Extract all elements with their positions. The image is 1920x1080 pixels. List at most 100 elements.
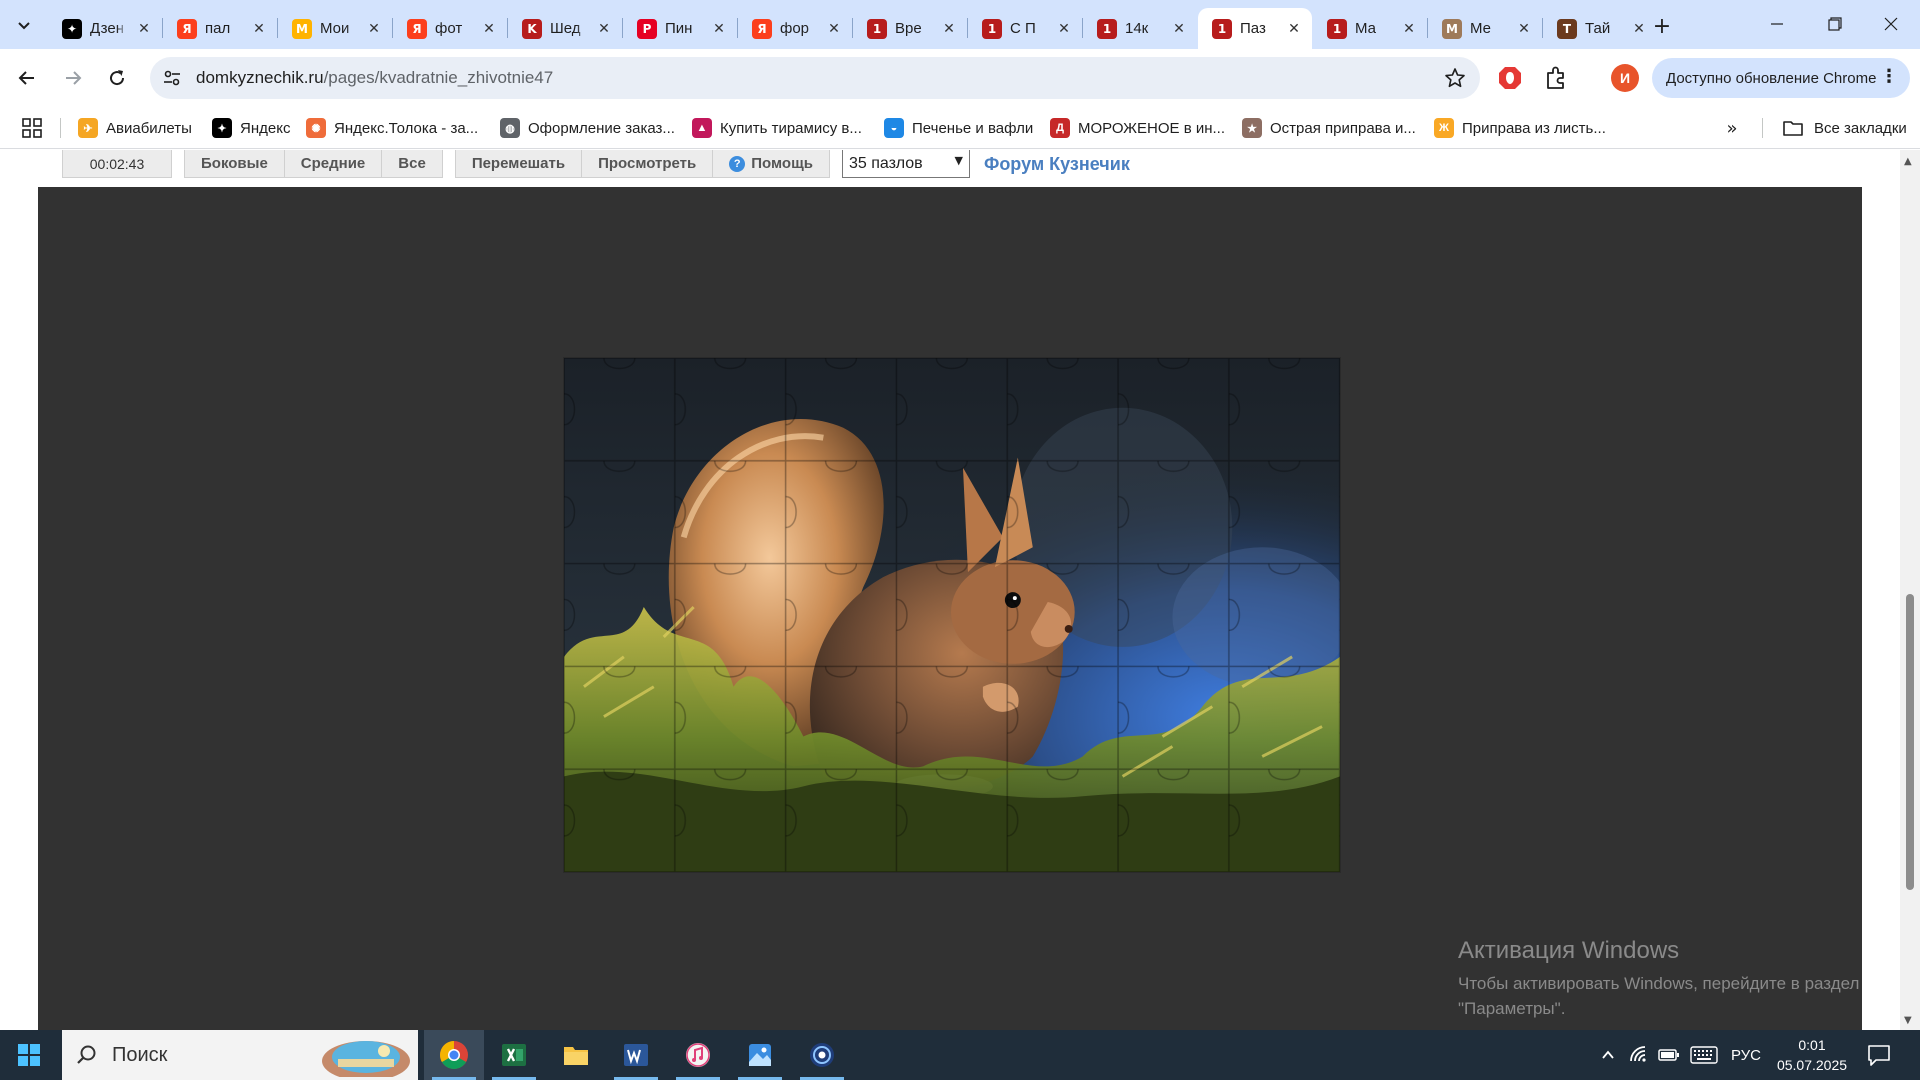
new-tab-button[interactable]: + [1648, 12, 1676, 40]
bookmark-item[interactable]: ✈ Авиабилеты [78, 114, 192, 142]
scroll-down-arrow-icon[interactable]: ▼ [1904, 1015, 1912, 1026]
apps-grid-icon[interactable] [20, 116, 44, 140]
tab-search-button[interactable] [8, 10, 40, 40]
tray-language[interactable]: РУС [1726, 1030, 1766, 1080]
tab-close-icon[interactable]: ✕ [1056, 21, 1072, 37]
minimize-button[interactable] [1748, 0, 1806, 48]
tab-market[interactable]: М Мои ✕ [278, 8, 392, 49]
tab-title: С П [1010, 20, 1036, 37]
chrome-update-button[interactable]: Доступно обновление Chrome ⋮ [1652, 58, 1910, 98]
bookmark-item[interactable]: ◍ Оформление заказ... [500, 114, 675, 142]
tab-title: фор [780, 20, 810, 37]
all-button[interactable]: Все [382, 150, 442, 178]
adblock-extension-icon[interactable] [1497, 65, 1523, 91]
bookmark-item[interactable]: ▲ Купить тирамису в... [692, 114, 862, 142]
tab-close-icon[interactable]: ✕ [366, 21, 382, 37]
forward-button[interactable] [58, 63, 88, 93]
page-viewport: 00:02:43 Боковые Средние Все Перемешать … [0, 150, 1920, 1030]
bookmark-item[interactable]: ✦ Яндекс [212, 114, 290, 142]
site-info-icon[interactable] [162, 68, 182, 88]
help-icon: ? [729, 155, 746, 172]
taskbar-search-box[interactable]: Поиск [62, 1030, 418, 1080]
tab-close-icon[interactable]: ✕ [1631, 21, 1647, 37]
tab-kuznechik[interactable]: K Шед ✕ [508, 8, 622, 49]
more-bookmarks-button[interactable]: » [1720, 116, 1744, 140]
timer: 00:02:43 [89, 155, 145, 172]
page-scrollbar[interactable]: ▲ ▼ [1900, 150, 1920, 1030]
notifications-icon[interactable] [1866, 1042, 1892, 1068]
puzzle-image[interactable] [563, 357, 1341, 873]
tab-yandex[interactable]: Яфот ✕ [393, 8, 507, 49]
bookmark-item[interactable]: Д МОРОЖЕНОЕ в ин... [1050, 114, 1225, 142]
bookmark-item[interactable]: ◒ Печенье и вафли [884, 114, 1033, 142]
tab-close-icon[interactable]: ✕ [1516, 21, 1532, 37]
tray-battery[interactable] [1656, 1030, 1682, 1080]
tab-close-icon[interactable]: ✕ [1286, 21, 1302, 37]
tab-yandex[interactable]: Яфор ✕ [738, 8, 852, 49]
taskbar-media-app[interactable] [792, 1030, 852, 1080]
bookmark-item[interactable]: ★ Острая приправа и... [1242, 114, 1416, 142]
tab-title: фот [435, 20, 463, 37]
taskbar-itunes[interactable] [668, 1030, 728, 1080]
pieces-count-select[interactable]: 35 пазлов ▼ [841, 150, 970, 178]
extensions-puzzle-icon[interactable] [1543, 65, 1569, 91]
tab-close-icon[interactable]: ✕ [826, 21, 842, 37]
back-button[interactable] [12, 63, 42, 93]
taskbar-excel[interactable] [484, 1030, 544, 1080]
tray-keyboard[interactable] [1688, 1030, 1720, 1080]
tab-close-icon[interactable]: ✕ [481, 21, 497, 37]
address-bar[interactable]: domkyznechik.ru/pages/kvadratnie_zhivotn… [150, 57, 1480, 99]
tab-close-icon[interactable]: ✕ [941, 21, 957, 37]
bookmark-item[interactable]: ✺ Яндекс.Толока - за... [306, 114, 478, 142]
tab-close-icon[interactable]: ✕ [1401, 21, 1417, 37]
all-bookmarks-label: Все закладки [1814, 119, 1907, 137]
tray-network[interactable] [1626, 1030, 1652, 1080]
start-button[interactable] [0, 1030, 58, 1080]
tab-kuznechik[interactable]: 1 14к ✕ [1083, 8, 1197, 49]
restore-button[interactable] [1806, 0, 1864, 48]
scroll-up-arrow-icon[interactable]: ▲ [1904, 156, 1912, 167]
help-label: Помощь [751, 155, 813, 172]
tab-zen[interactable]: ✦ Дзен ✕ [48, 8, 162, 49]
sides-button[interactable]: Боковые [185, 150, 285, 178]
taskbar-word[interactable] [606, 1030, 666, 1080]
bookmark-star-icon[interactable] [1444, 67, 1466, 89]
bookmark-item[interactable]: Ж Приправа из листь... [1434, 114, 1606, 142]
puzzle-board[interactable]: Активация Windows Чтобы активировать Win… [38, 187, 1862, 1030]
tab-close-icon[interactable]: ✕ [711, 21, 727, 37]
scrollbar-thumb[interactable] [1906, 594, 1914, 890]
tab-kuznechik[interactable]: T Тай ✕ [1543, 8, 1657, 49]
taskbar-photos[interactable] [730, 1030, 790, 1080]
kuznechik-favicon-icon: T [1557, 18, 1577, 39]
yandex-favicon-icon: Я [407, 18, 427, 39]
tab-kuznechik[interactable]: 1 Паз ✕ [1198, 8, 1312, 49]
forum-link[interactable]: Форум Кузнечик [984, 154, 1130, 175]
tab-kuznechik[interactable]: 1 Ма ✕ [1313, 8, 1427, 49]
close-window-button[interactable] [1862, 0, 1920, 48]
tab-meme[interactable]: M Ме ✕ [1428, 8, 1542, 49]
tab-close-icon[interactable]: ✕ [251, 21, 267, 37]
tab-close-icon[interactable]: ✕ [1171, 21, 1187, 37]
bookmark-label: Печенье и вафли [912, 119, 1034, 137]
tab-close-icon[interactable]: ✕ [136, 21, 152, 37]
all-bookmarks-button[interactable]: Все закладки [1782, 114, 1907, 142]
arrow-right-icon [66, 71, 82, 85]
tab-kuznechik[interactable]: 1 С П ✕ [968, 8, 1082, 49]
folder-icon [1783, 121, 1803, 136]
preview-button[interactable]: Просмотреть [582, 150, 714, 178]
reload-button[interactable] [102, 63, 132, 93]
tab-title: Дзен [90, 20, 124, 37]
tab-kuznechik[interactable]: 1 Вре ✕ [853, 8, 967, 49]
tab-close-icon[interactable]: ✕ [596, 21, 612, 37]
taskbar-chrome[interactable] [424, 1030, 484, 1080]
taskbar-file-explorer[interactable] [546, 1030, 606, 1080]
shuffle-button[interactable]: Перемешать [456, 150, 583, 178]
help-button[interactable]: ? Помощь [713, 150, 829, 178]
middle-button[interactable]: Средние [285, 150, 383, 178]
tab-yandex[interactable]: Япал ✕ [163, 8, 277, 49]
tab-pinterest[interactable]: P Пин ✕ [623, 8, 737, 49]
url-text[interactable]: domkyznechik.ru/pages/kvadratnie_zhivotn… [196, 68, 553, 88]
clock[interactable]: 0:01 05.07.2025 [1776, 1035, 1848, 1075]
tray-overflow-button[interactable] [1596, 1030, 1620, 1080]
profile-avatar[interactable]: И [1611, 64, 1639, 92]
